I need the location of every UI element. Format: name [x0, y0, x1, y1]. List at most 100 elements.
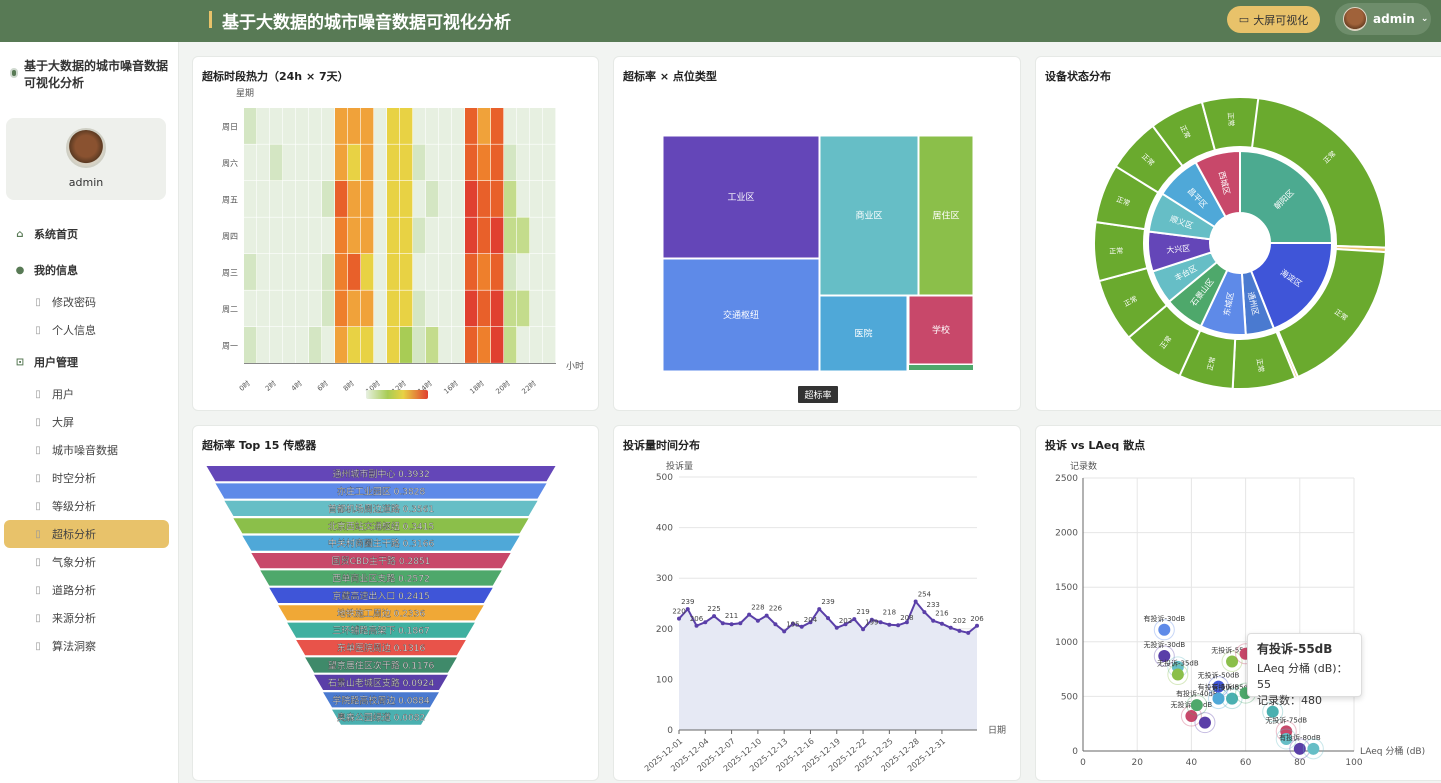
- heatmap-cell: [413, 181, 426, 217]
- data-point: [677, 616, 681, 621]
- x-tick-label: 18时: [468, 379, 486, 396]
- heatmap-cell: [478, 181, 491, 217]
- heatmap-cell: [374, 108, 387, 144]
- doc-icon: ▯: [35, 640, 41, 652]
- heatmap-cell: [530, 290, 543, 327]
- funnel-label: 北京西站交通枢纽 0.3415: [328, 520, 434, 532]
- sidebar-item-label: 用户管理: [34, 356, 78, 369]
- heatmap-cell: [335, 144, 348, 181]
- heatmap-cell: [335, 181, 348, 217]
- sidebar-item[interactable]: ⌂ 系统首页: [0, 216, 179, 252]
- scatter-card: 投诉 vs LAeq 散点 0 500 1000 1500 2000 2500 0 20 40 6…: [1035, 425, 1441, 781]
- heatmap-cell: [348, 217, 361, 254]
- sidebar-item[interactable]: ▯ 时空分析: [0, 464, 179, 492]
- sidebar-item[interactable]: ▯ 修改密码: [0, 288, 179, 316]
- sidebar-item-label: 用户: [52, 388, 74, 401]
- heatmap-cell: [322, 254, 335, 290]
- sidebar-item[interactable]: ▯ 等级分析: [0, 492, 179, 520]
- sidebar-item[interactable]: ● 我的信息: [0, 252, 179, 288]
- heatmap-cell: [504, 290, 517, 327]
- heatmap-cell: [374, 327, 387, 363]
- heatmap-cell: [504, 254, 517, 290]
- sidebar-item[interactable]: ▯ 超标分析: [4, 520, 169, 548]
- heatmap-cell: [452, 181, 465, 217]
- dashboard-icon: ⊡: [15, 356, 25, 368]
- data-label: 202: [953, 617, 966, 625]
- sidebar-item[interactable]: ▯ 城市噪音数据: [0, 436, 179, 464]
- y-tick-label: 500: [1061, 692, 1078, 702]
- y-tick-label: 周三: [222, 268, 238, 277]
- monitor-icon: ▭: [1238, 13, 1250, 26]
- heatmap-cell: [530, 181, 543, 217]
- data-point: [957, 628, 962, 633]
- heatmap-cell: [413, 254, 426, 290]
- x-tick-label: 80: [1294, 758, 1306, 768]
- heatmap-cell: [491, 181, 504, 217]
- x-tick-label: 22时: [520, 379, 538, 396]
- funnel-label: 学院路高校周边 0.0884: [332, 694, 430, 706]
- heatmap-cell: [426, 217, 439, 254]
- heatmap-cell: [322, 144, 335, 181]
- heatmap-cell: [296, 108, 309, 144]
- heatmap-cell: [517, 144, 530, 181]
- x-tick-label: 8时: [341, 379, 356, 393]
- heatmap-cell: [296, 144, 309, 181]
- heatmap-cell: [491, 108, 504, 144]
- doc-icon: ▯: [35, 444, 41, 456]
- data-label: 206: [690, 615, 704, 623]
- person-icon: ▯: [35, 324, 41, 336]
- heatmap-cell: [491, 217, 504, 254]
- heatmap-cell: [322, 217, 335, 254]
- sidebar-item[interactable]: ⊡ 用户管理: [0, 344, 179, 380]
- user-menu[interactable]: admin ⌄: [1335, 3, 1431, 35]
- sidebar-item-label: 算法洞察: [52, 640, 96, 653]
- heatmap-card: 超标时段热力（24h × 7天） 星期 周一 周二 周三 周四 周五 周六 周日 0时 2时 4时 6…: [192, 56, 599, 411]
- sidebar-item[interactable]: ▯ 用户: [0, 380, 179, 408]
- sidebar-item[interactable]: ▯ 算法洞察: [0, 632, 179, 660]
- sidebar-item[interactable]: ▯ 大屏: [0, 408, 179, 436]
- y-tick-label: 周六: [222, 158, 238, 168]
- sidebar-brand: 基于大数据的城市噪音数据可视化分析: [10, 58, 170, 92]
- data-label: 无投诉-30dB: [1143, 640, 1185, 649]
- data-label: 无投诉-75dB: [1265, 715, 1307, 724]
- heatmap-cell: [478, 327, 491, 363]
- heatmap-cell: [452, 254, 465, 290]
- heatmap-cell: [257, 181, 270, 217]
- heatmap-cell: [361, 290, 374, 327]
- tooltip-line: LAeq 分桶 (dB)：55: [1257, 662, 1348, 691]
- sidebar-item[interactable]: ▯ 来源分析: [0, 604, 179, 632]
- lock-icon: ▯: [35, 296, 41, 308]
- sidebar-item[interactable]: ▯ 个人信息: [0, 316, 179, 344]
- heatmap-cell: [413, 327, 426, 363]
- complaint-line-card: 投诉量时间分布 0 100 200 300 400 500 投诉量 日期 220 239 206 22…: [613, 425, 1021, 781]
- data-label: 有投诉-80dB: [1279, 733, 1321, 742]
- sidebar-item[interactable]: ▯ 气象分析: [0, 548, 179, 576]
- funnel-card: 超标率 Top 15 传感器 通州城市副中心 0.3932 亦庄工业园区 0.38…: [192, 425, 599, 781]
- home-icon: ⌂: [16, 228, 24, 240]
- sunburst-card: 设备状态分布 朝阳区 海淀区 通州区 东城区 石景山区 丰台区 大兴区 顺义区 昌平区 西城区 正常…: [1035, 56, 1441, 411]
- sidebar-item[interactable]: ▯ 道路分析: [0, 576, 179, 604]
- data-point: [764, 613, 769, 618]
- y-tick-label: 周日: [222, 122, 238, 131]
- data-point: [913, 599, 918, 604]
- sunburst-chart: 朝阳区海淀区通州区东城区石景山区丰台区大兴区顺义区昌平区西城区正常正常正常正常正…: [1093, 95, 1387, 390]
- heatmap-cell: [348, 108, 361, 144]
- heatmap-cell: [296, 254, 309, 290]
- heatmap-cell: [283, 290, 296, 327]
- heatmap-cell: [374, 144, 387, 181]
- heatmap-cell: [465, 108, 478, 144]
- data-point: [939, 621, 944, 626]
- title-accent: [209, 11, 212, 28]
- y-tick-label: 400: [656, 524, 673, 534]
- doc-icon: ▯: [35, 584, 41, 596]
- funnel-chart: 通州城市副中心 0.3932 亦庄工业园区 0.3828 首都机场周边道路 0.35…: [206, 466, 556, 725]
- heatmap-cell: [244, 144, 257, 181]
- heatmap-cell: [270, 144, 283, 181]
- data-label: 有投诉-30dB: [1143, 614, 1185, 623]
- heatmap-cell: [452, 144, 465, 181]
- sidebar-item-label: 时空分析: [52, 472, 96, 485]
- big-screen-button[interactable]: ▭ 大屏可视化: [1227, 6, 1320, 33]
- heatmap-cell: [348, 290, 361, 327]
- data-point: [747, 612, 752, 617]
- avatar: [1343, 7, 1367, 31]
